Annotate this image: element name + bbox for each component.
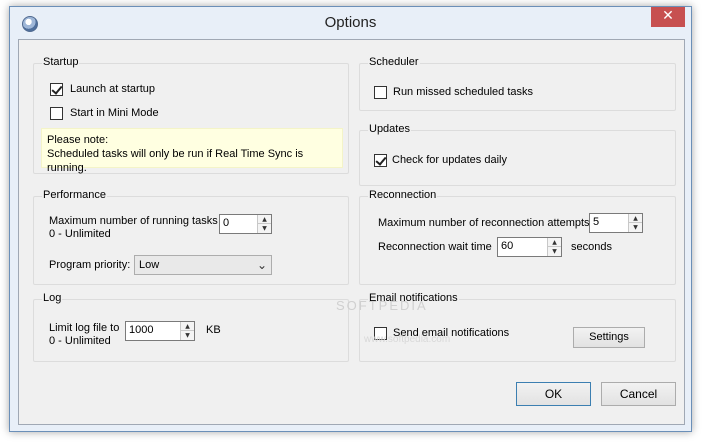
log-limit-label: Limit log file to bbox=[49, 322, 120, 334]
check-updates-label[interactable]: Check for updates daily bbox=[392, 154, 507, 166]
priority-value: Low bbox=[139, 259, 160, 271]
startup-group: Startup Launch at startup Start in Mini … bbox=[33, 56, 349, 174]
max-attempts-spinner[interactable]: 5 ▲ ▼ bbox=[589, 213, 643, 233]
updates-group-title: Updates bbox=[368, 123, 411, 135]
launch-at-startup-checkbox[interactable] bbox=[50, 83, 63, 96]
log-limit-unit: KB bbox=[206, 324, 221, 336]
note-heading: Please note: bbox=[47, 134, 109, 146]
startup-note: Please note: Scheduled tasks will only b… bbox=[41, 128, 343, 174]
wait-time-label: Reconnection wait time bbox=[378, 241, 492, 253]
scheduler-group-title: Scheduler bbox=[368, 56, 420, 68]
spin-down-icon[interactable]: ▼ bbox=[548, 247, 561, 256]
cancel-button[interactable]: Cancel bbox=[601, 382, 676, 406]
wait-time-spinner[interactable]: 60 ▲ ▼ bbox=[497, 237, 562, 257]
spin-up-icon[interactable]: ▲ bbox=[181, 322, 194, 331]
check-updates-checkbox[interactable] bbox=[374, 154, 387, 167]
reconnection-group: Reconnection Maximum number of reconnect… bbox=[359, 189, 676, 285]
log-group-title: Log bbox=[42, 292, 63, 304]
log-limit-hint: 0 - Unlimited bbox=[49, 335, 111, 347]
spin-down-icon[interactable]: ▼ bbox=[181, 331, 194, 340]
log-limit-spinner[interactable]: 1000 ▲ ▼ bbox=[125, 321, 195, 341]
launch-at-startup-label[interactable]: Launch at startup bbox=[70, 83, 155, 95]
wait-time-unit: seconds bbox=[571, 241, 612, 253]
startup-group-title: Startup bbox=[42, 56, 80, 68]
max-attempts-label: Maximum number of reconnection attempts bbox=[378, 217, 590, 229]
reconnection-group-title: Reconnection bbox=[368, 189, 438, 201]
run-missed-tasks-label[interactable]: Run missed scheduled tasks bbox=[393, 86, 533, 98]
max-tasks-label: Maximum number of running tasks bbox=[49, 215, 218, 227]
run-missed-tasks-checkbox[interactable] bbox=[374, 86, 387, 99]
chevron-down-icon: ⌄ bbox=[256, 258, 267, 272]
dialog-body: Startup Launch at startup Start in Mini … bbox=[18, 39, 685, 425]
scheduler-group: Scheduler Run missed scheduled tasks bbox=[359, 56, 676, 111]
options-window: Options ✕ Startup Launch at startup Star… bbox=[9, 6, 692, 432]
mini-mode-checkbox[interactable] bbox=[50, 107, 63, 120]
priority-combobox[interactable]: Low ⌄ bbox=[134, 255, 272, 275]
title-bar[interactable]: Options ✕ bbox=[10, 7, 691, 39]
max-tasks-hint: 0 - Unlimited bbox=[49, 228, 111, 240]
wait-time-value[interactable]: 60 bbox=[501, 240, 513, 252]
spin-up-icon[interactable]: ▲ bbox=[258, 215, 271, 224]
watermark-text: SOFTPEDIA bbox=[336, 298, 428, 313]
ok-button[interactable]: OK bbox=[516, 382, 591, 406]
spin-down-icon[interactable]: ▼ bbox=[258, 224, 271, 233]
max-tasks-value[interactable]: 0 bbox=[223, 217, 229, 229]
watermark-url: www.softpedia.com bbox=[364, 334, 451, 345]
spin-up-icon[interactable]: ▲ bbox=[548, 238, 561, 247]
log-group: Log Limit log file to 0 - Unlimited 1000… bbox=[33, 292, 349, 362]
note-text: Scheduled tasks will only be run if Real… bbox=[47, 148, 304, 174]
close-button[interactable]: ✕ bbox=[651, 7, 685, 27]
mini-mode-label[interactable]: Start in Mini Mode bbox=[70, 107, 159, 119]
window-title: Options bbox=[324, 14, 377, 31]
log-limit-value[interactable]: 1000 bbox=[129, 324, 153, 336]
priority-label: Program priority: bbox=[49, 259, 131, 271]
spin-down-icon[interactable]: ▼ bbox=[629, 223, 642, 232]
max-attempts-value[interactable]: 5 bbox=[593, 216, 599, 228]
max-tasks-spinner[interactable]: 0 ▲ ▼ bbox=[219, 214, 272, 234]
updates-group: Updates Check for updates daily bbox=[359, 123, 676, 186]
performance-group-title: Performance bbox=[42, 189, 107, 201]
spin-up-icon[interactable]: ▲ bbox=[629, 214, 642, 223]
performance-group: Performance Maximum number of running ta… bbox=[33, 189, 349, 285]
email-settings-button[interactable]: Settings bbox=[573, 327, 645, 348]
